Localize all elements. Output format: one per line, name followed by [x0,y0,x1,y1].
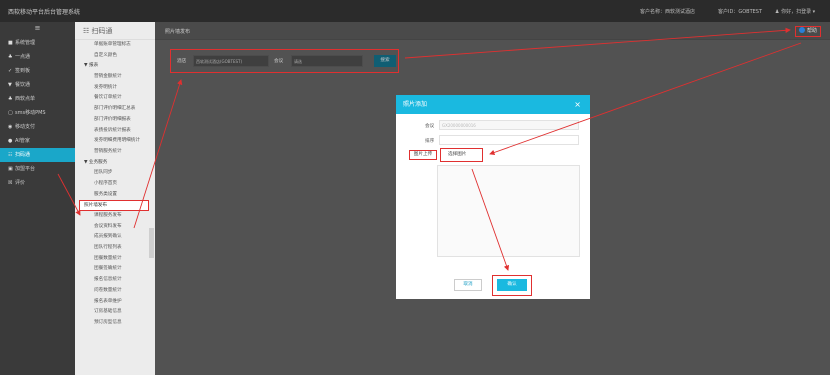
submenu-item[interactable]: 课程服务发布 [75,211,155,222]
sidebar-item-label: AI管家 [15,138,30,144]
submenu-item[interactable]: 团餐签确统计 [75,264,155,275]
sidebar-item-label: 加盟平台 [15,166,36,172]
submenu-item[interactable]: 预订房型信息 [75,318,155,329]
sidebar-item[interactable]: ■ 系统管理 [0,36,75,50]
user-menu[interactable]: ♟ 你好，扫登录 ▾ [775,8,815,15]
sidebar: ≡ ■ 系统管理 ♣ 一点通 ✓ 签到板 ▼ 餐饮通 ♣ 西软点单 ▢ sms移动PMS ◉ 移动支付 ● A… [0,22,75,375]
help-icon [798,27,805,33]
submenu-item[interactable]: 发券明细费用明细统计 [75,136,155,147]
submenu-item[interactable]: 营销金额统计 [75,72,155,83]
sidebar-item[interactable]: ☷ 扫码通 [0,148,75,162]
menu-icon: ● [8,138,13,144]
menu-icon: ▢ [8,110,13,116]
submenu-item[interactable]: 小程序首页 [75,179,155,190]
sort-label: 排序 [425,139,435,144]
menu-icon: ■ [8,40,13,46]
submenu-item[interactable]: 报名信息统计 [75,275,155,286]
sidebar-item[interactable]: ▢ sms移动PMS [0,106,75,120]
sidebar-item[interactable]: ▼ 餐饮通 [0,78,75,92]
breadcrumb-bar [155,22,830,40]
customer-id: 客户ID：GOBTEST [718,9,763,15]
meeting-filter-label: 会议 [274,59,284,64]
menu-icon: ♣ [8,96,13,102]
submenu-item[interactable]: 团队同步 [75,168,155,179]
menu-icon: ▼ [8,82,12,88]
submenu-item[interactable]: 营销服务统计 [75,147,155,158]
submenu-item[interactable]: 单据账单管理标志 [75,40,155,51]
sort-field[interactable] [439,135,579,145]
sidebar-item-label: 系统管理 [15,40,36,46]
sidebar-item[interactable]: ● AI管家 [0,134,75,148]
customer-name: 客户名称：西软测试酒店 [640,9,696,15]
top-bar: 西软移动平台后台管理系统 客户名称：西软测试酒店 客户ID：GOBTEST ♟ … [0,0,830,22]
submenu-item[interactable]: 发券明统计 [75,83,155,94]
breadcrumb: 照片墙发布 [165,29,191,35]
submenu-item[interactable]: 餐饮订单统计 [75,93,155,104]
hotel-select[interactable]: 西软测试酒店(GOBTEST) [193,55,269,67]
app-title: 西软移动平台后台管理系统 [8,9,81,16]
submenu-scrollbar[interactable] [149,228,154,258]
sidebar-item-label: 移动支付 [15,124,36,130]
submenu-item[interactable]: 照片墙发布 [79,200,149,211]
menu-icon: ☷ [8,152,13,158]
submenu-item[interactable]: 服务类设置 [75,190,155,201]
submenu-item[interactable]: 部门评价明细报表 [75,115,155,126]
confirm-button[interactable]: 确认 [497,279,527,291]
image-preview-area [437,165,580,257]
help-button[interactable]: 帮助 [794,26,821,37]
upload-label: 图片上传 [409,150,437,160]
submenu: ☷ 扫码通 单据账单管理标志 自定义颜色 ▼ 报表 营销金额统计 发券明统计 餐饮订单统计… [75,22,155,375]
grid-icon: ☷ [83,27,92,35]
close-icon[interactable]: × [574,95,581,114]
sidebar-item-label: 签到板 [15,68,31,74]
submenu-group[interactable]: ▼ 报表 [75,61,155,72]
submenu-item[interactable]: 订房基础信息 [75,307,155,318]
submenu-item[interactable]: 团餐数量统计 [75,254,155,265]
search-button[interactable]: 搜索 [374,55,396,67]
menu-icon: ◉ [8,124,13,130]
sidebar-item-label: 一点通 [15,54,31,60]
sidebar-item-label: 餐饮通 [15,82,31,88]
choose-image-button[interactable]: 选择图片 [440,148,483,162]
filter-bar: 酒店 西软测试酒店(GOBTEST) 会议 请选 搜索 [170,49,399,73]
sidebar-item[interactable]: ☒ 评价 [0,176,75,190]
submenu-title: ☷ 扫码通 [75,22,155,40]
menu-icon: ☒ [8,180,13,186]
sidebar-item[interactable]: ♣ 一点通 [0,50,75,64]
sidebar-item-label: sms移动PMS [15,110,46,116]
menu-collapse-icon[interactable]: ≡ [0,22,75,36]
sidebar-item[interactable]: ▣ 加盟平台 [0,162,75,176]
sidebar-item-label: 西软点单 [15,96,36,102]
submenu-item[interactable]: 团队行程列表 [75,243,155,254]
hotel-label: 酒店 [177,59,187,64]
modal-title: 照片添加 [403,101,428,108]
sidebar-item[interactable]: ◉ 移动支付 [0,120,75,134]
menu-icon: ♣ [8,54,13,60]
meeting-field: GX20000000016 [439,120,579,130]
submenu-item[interactable]: 自定义颜色 [75,51,155,62]
submenu-item[interactable]: 问卷数量统计 [75,286,155,297]
sidebar-item-label: 评价 [15,180,26,186]
sidebar-item[interactable]: ✓ 签到板 [0,64,75,78]
sidebar-item-label: 扫码通 [15,152,31,158]
submenu-item[interactable]: 会议资料发布 [75,222,155,233]
submenu-item[interactable]: 报名表单维护 [75,297,155,308]
submenu-item[interactable]: 表扬投诉统计报表 [75,126,155,137]
cancel-button[interactable]: 取消 [454,279,482,291]
meeting-label: 会议 [425,124,435,129]
sidebar-item[interactable]: ♣ 西软点单 [0,92,75,106]
menu-icon: ▣ [8,166,13,172]
submenu-item[interactable]: 部门评价明细汇总表 [75,104,155,115]
submenu-item[interactable]: 成员报到确认 [75,232,155,243]
meeting-select[interactable]: 请选 [291,55,363,67]
submenu-group[interactable]: ▼ 业务服务 [75,158,155,169]
menu-icon: ✓ [8,68,13,74]
modal-header: 照片添加 × [396,95,590,114]
